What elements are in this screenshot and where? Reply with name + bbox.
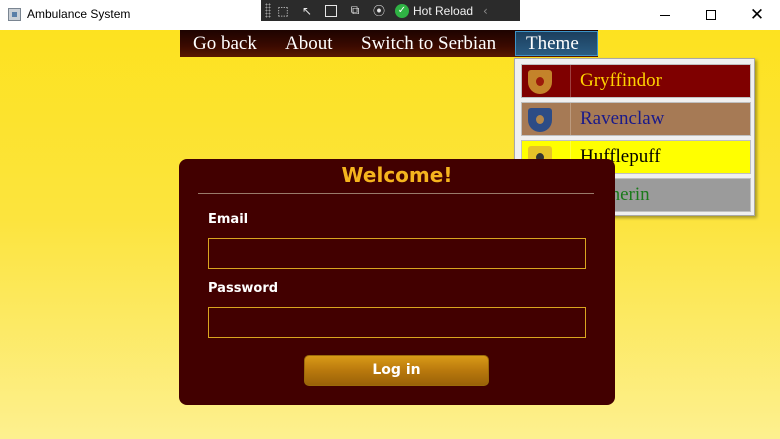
close-button[interactable]: ✕ — [734, 0, 780, 30]
minimize-button[interactable] — [642, 0, 688, 30]
theme-option-ravenclaw[interactable]: Ravenclaw — [521, 102, 751, 136]
theme-option-label: Gryffindor — [580, 70, 662, 91]
maximize-button[interactable] — [688, 0, 734, 30]
email-label: Email — [208, 212, 249, 227]
display-layout-icon[interactable] — [319, 0, 343, 21]
maximize-icon — [706, 10, 716, 20]
select-element-icon[interactable]: ⬚ — [271, 0, 295, 21]
password-field[interactable] — [208, 307, 586, 338]
password-label: Password — [208, 281, 279, 296]
title-divider — [198, 193, 594, 194]
gryffindor-crest-icon — [528, 70, 552, 94]
close-icon: ✕ — [749, 4, 765, 25]
hot-reload-label: Hot Reload — [413, 3, 474, 18]
login-title: Welcome! — [341, 163, 453, 187]
chevron-left-icon[interactable]: ‹ — [483, 4, 488, 18]
main-menu-bar: Go back About Switch to Serbian Theme — [180, 30, 598, 57]
separator — [570, 65, 571, 97]
app-icon — [8, 8, 21, 21]
window-title: Ambulance System — [27, 7, 131, 21]
debug-toolbar: ⬚ ↖ ⧉ ⦿ ✓ Hot Reload ‹ — [261, 0, 520, 21]
separator — [570, 103, 571, 135]
menu-item-about[interactable]: About — [285, 30, 333, 57]
menu-item-switch-language[interactable]: Switch to Serbian — [361, 30, 496, 57]
binding-icon[interactable]: ⦿ — [367, 0, 391, 21]
track-focus-icon[interactable]: ⧉ — [343, 0, 367, 21]
minimize-icon — [660, 14, 670, 16]
login-panel: Welcome! Email Password Log in — [179, 159, 615, 405]
menu-item-go-back[interactable]: Go back — [193, 30, 257, 57]
check-icon: ✓ — [395, 3, 409, 18]
theme-option-label: Ravenclaw — [580, 108, 665, 129]
login-button[interactable]: Log in — [304, 355, 489, 386]
pointer-icon[interactable]: ↖ — [295, 0, 319, 21]
theme-option-gryffindor[interactable]: Gryffindor — [521, 64, 751, 98]
hot-reload-button[interactable]: ✓ Hot Reload — [395, 0, 473, 21]
ravenclaw-crest-icon — [528, 108, 552, 132]
email-field[interactable] — [208, 238, 586, 269]
menu-item-theme[interactable]: Theme — [515, 31, 598, 56]
